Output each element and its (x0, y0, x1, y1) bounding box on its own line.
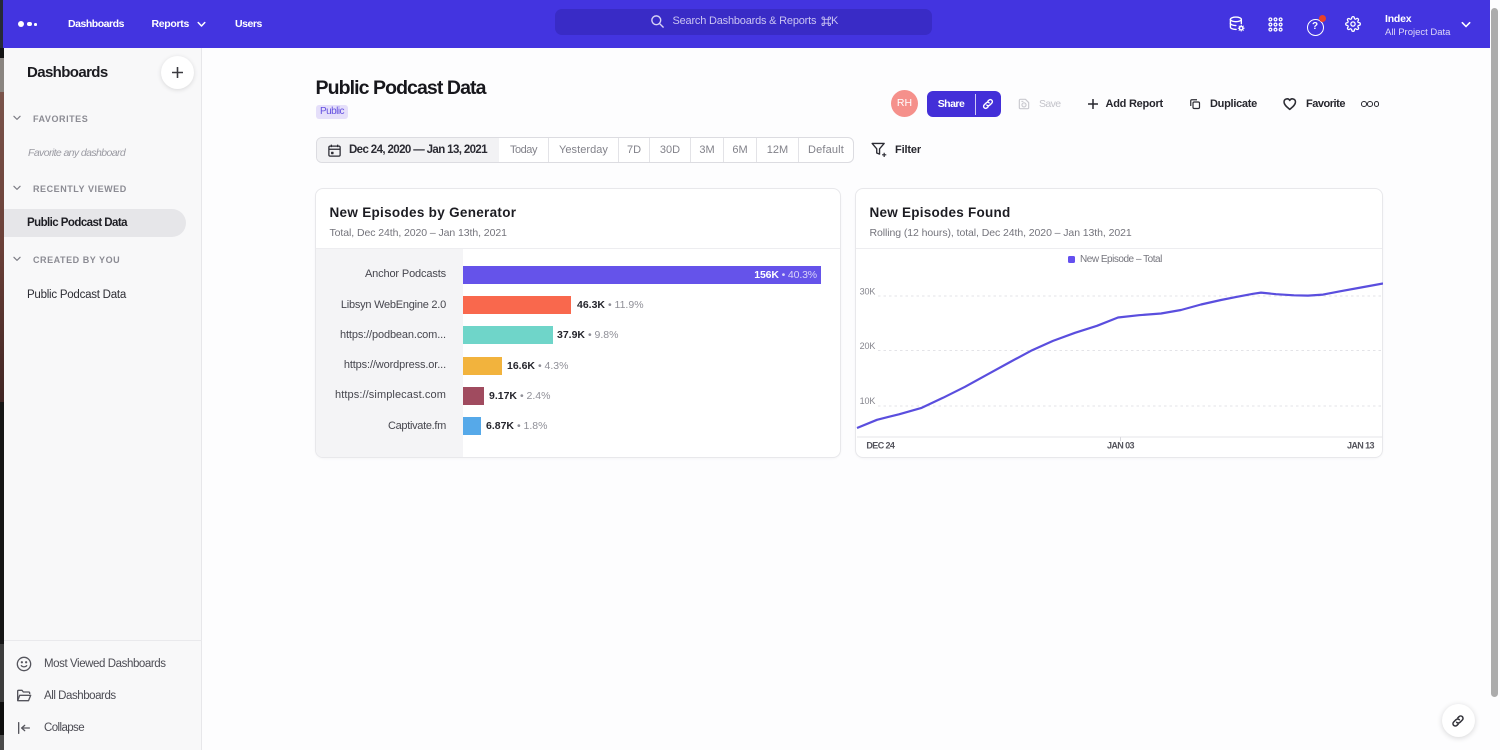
svg-text:20K: 20K (860, 341, 876, 351)
svg-text:JAN 13: JAN 13 (1347, 441, 1375, 451)
svg-text:10K: 10K (860, 396, 876, 406)
svg-text:DEC 24: DEC 24 (866, 441, 895, 451)
svg-text:JAN 03: JAN 03 (1107, 441, 1135, 451)
svg-text:30K: 30K (860, 287, 876, 297)
